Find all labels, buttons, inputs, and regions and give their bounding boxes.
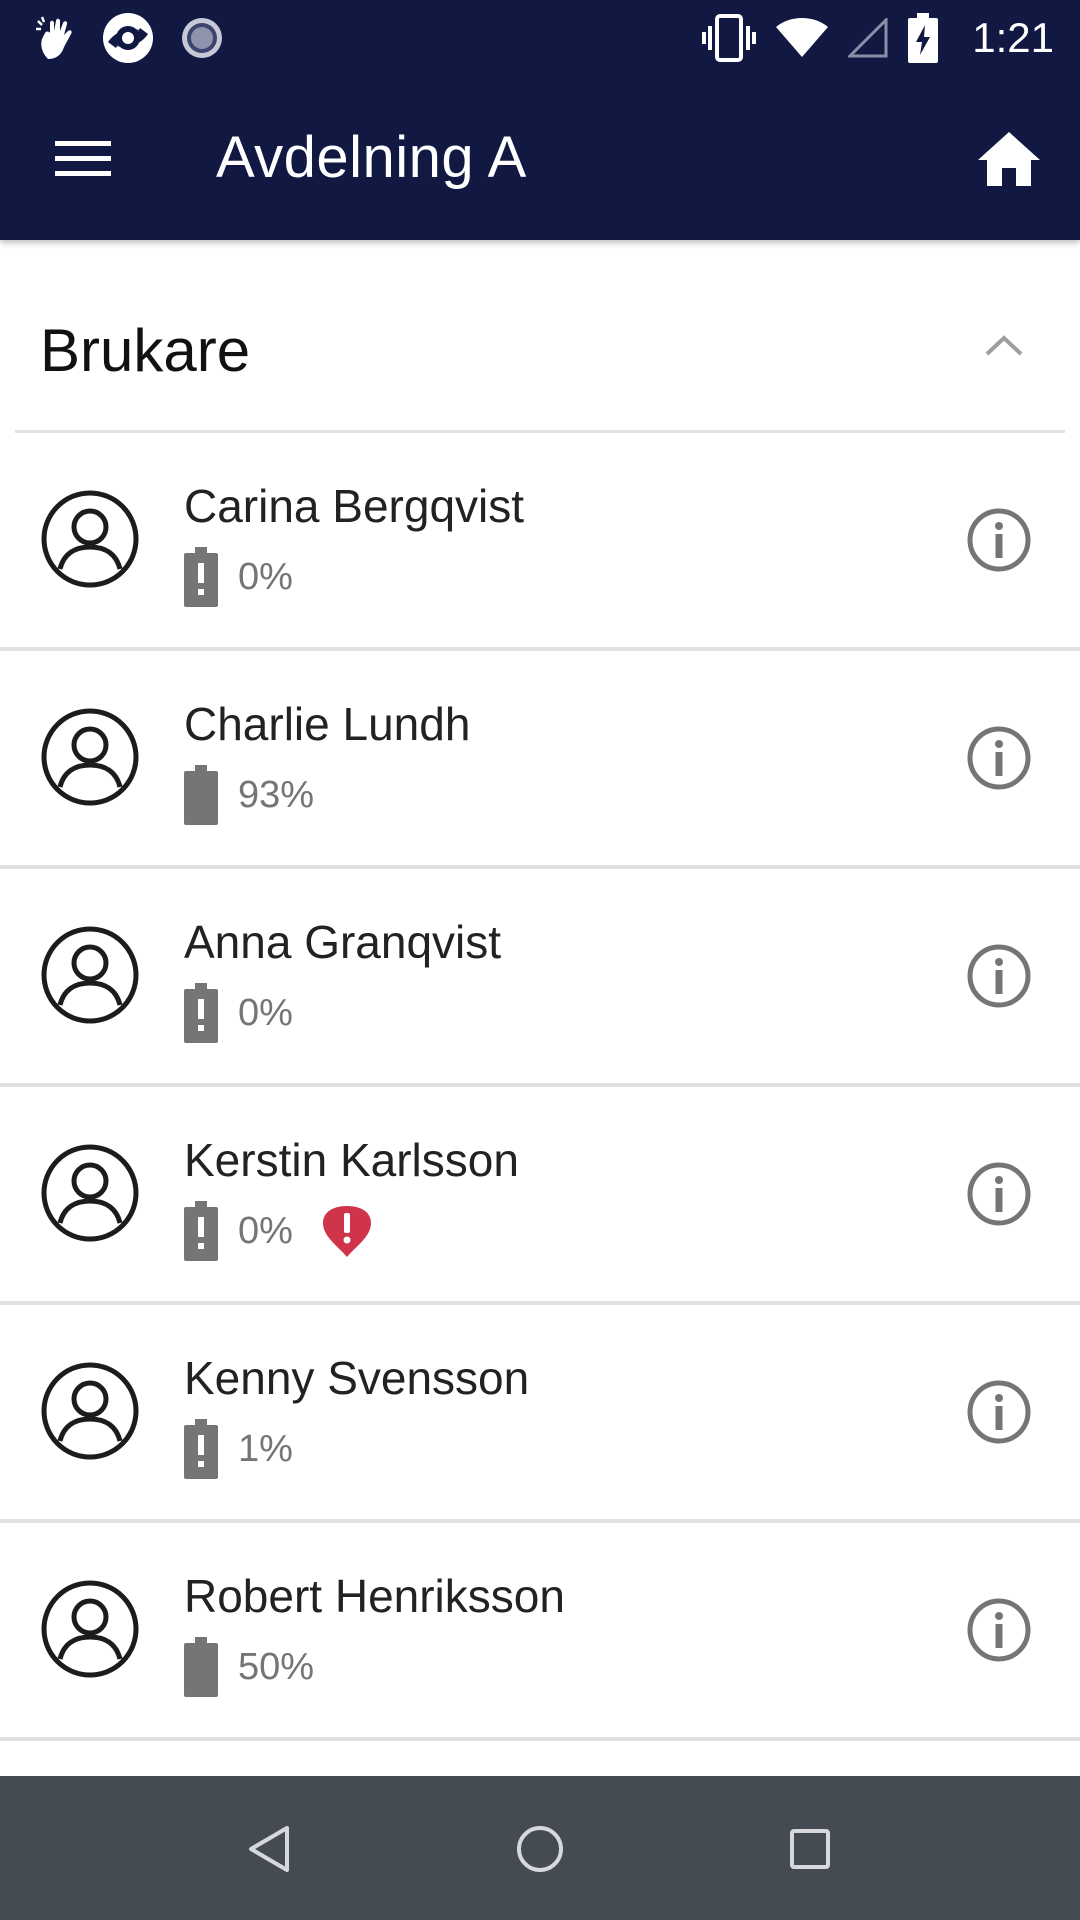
battery-charging-icon — [908, 13, 939, 63]
battery-percent: 0% — [238, 991, 293, 1034]
back-icon — [249, 1826, 289, 1872]
battery-status: 50% — [184, 1635, 314, 1699]
alarm-icon — [322, 1206, 371, 1257]
info-icon[interactable] — [966, 1161, 1032, 1227]
loading-spinner-icon — [182, 18, 222, 58]
home-icon — [978, 132, 1040, 186]
avatar-icon — [41, 926, 139, 1024]
avatar-icon — [41, 490, 139, 588]
wifi-icon — [776, 18, 829, 57]
info-icon[interactable] — [966, 725, 1032, 791]
battery-full-icon — [184, 765, 218, 825]
battery-alert-icon — [184, 983, 218, 1043]
avatar-icon — [41, 1580, 139, 1678]
touch-icon — [36, 16, 72, 59]
user-name: Anna Granqvist — [184, 916, 502, 968]
avatar-icon — [41, 1144, 139, 1242]
battery-percent: 0% — [238, 1209, 293, 1252]
list-item[interactable]: Charlie Lundh 93% — [0, 651, 1080, 869]
app-logo-icon — [103, 13, 153, 63]
battery-alert-icon — [184, 547, 218, 607]
info-icon[interactable] — [966, 1379, 1032, 1445]
list-item[interactable]: Kerstin Karlsson 0% — [0, 1087, 1080, 1305]
list-item[interactable]: Carina Bergqvist 0% — [0, 433, 1080, 651]
status-time: 1:21 — [972, 14, 1054, 61]
battery-status: 0% — [184, 545, 293, 609]
signal-icon — [848, 18, 888, 58]
list-item[interactable]: Robert Henriksson 50% — [0, 1523, 1080, 1741]
menu-button[interactable] — [40, 116, 126, 202]
battery-alert-icon — [184, 1419, 218, 1479]
home-circle-icon — [517, 1826, 563, 1872]
info-icon[interactable] — [966, 1597, 1032, 1663]
status-left-icons — [36, 12, 224, 64]
home-button[interactable] — [964, 114, 1054, 204]
battery-percent: 1% — [238, 1427, 293, 1470]
home-nav-button[interactable] — [503, 1812, 577, 1886]
user-name: Charlie Lundh — [184, 698, 471, 750]
user-name: Carina Bergqvist — [184, 480, 525, 532]
list-item[interactable]: Anna Granqvist 0% — [0, 869, 1080, 1087]
collapse-button[interactable] — [964, 310, 1044, 380]
avatar-icon — [41, 708, 139, 806]
section-header[interactable]: Brukare — [0, 240, 1080, 432]
battery-full-icon — [184, 1637, 218, 1697]
list-item[interactable]: Kenny Svensson 1% — [0, 1305, 1080, 1523]
user-list: Carina Bergqvist 0% Charlie Lundh 93% An… — [0, 433, 1080, 1741]
battery-status: 93% — [184, 763, 314, 827]
battery-percent: 0% — [238, 555, 293, 598]
status-bar: 1:21 — [0, 0, 1080, 76]
page-title: Avdelning A — [216, 125, 527, 190]
battery-status: 0% — [184, 981, 293, 1045]
user-name: Kenny Svensson — [184, 1352, 530, 1404]
info-icon[interactable] — [966, 943, 1032, 1009]
recents-icon — [790, 1829, 830, 1869]
battery-status: 0% — [184, 1199, 375, 1263]
battery-percent: 93% — [238, 773, 315, 816]
battery-percent: 50% — [238, 1645, 315, 1688]
system-nav-bar — [0, 1776, 1080, 1920]
avatar-icon — [41, 1362, 139, 1460]
battery-status: 1% — [184, 1417, 293, 1481]
back-button[interactable] — [232, 1812, 306, 1886]
section-title: Brukare — [40, 317, 251, 384]
status-right-icons: 1:21 — [702, 10, 1054, 66]
recents-button[interactable] — [773, 1812, 847, 1886]
battery-alert-icon — [184, 1201, 218, 1261]
info-icon[interactable] — [966, 507, 1032, 573]
app-bar: Avdelning A — [0, 76, 1080, 240]
user-name: Kerstin Karlsson — [184, 1134, 519, 1186]
chevron-up-icon — [985, 335, 1023, 356]
user-name: Robert Henriksson — [184, 1570, 565, 1622]
hamburger-menu-icon — [55, 141, 111, 176]
vibrate-icon — [702, 14, 757, 62]
